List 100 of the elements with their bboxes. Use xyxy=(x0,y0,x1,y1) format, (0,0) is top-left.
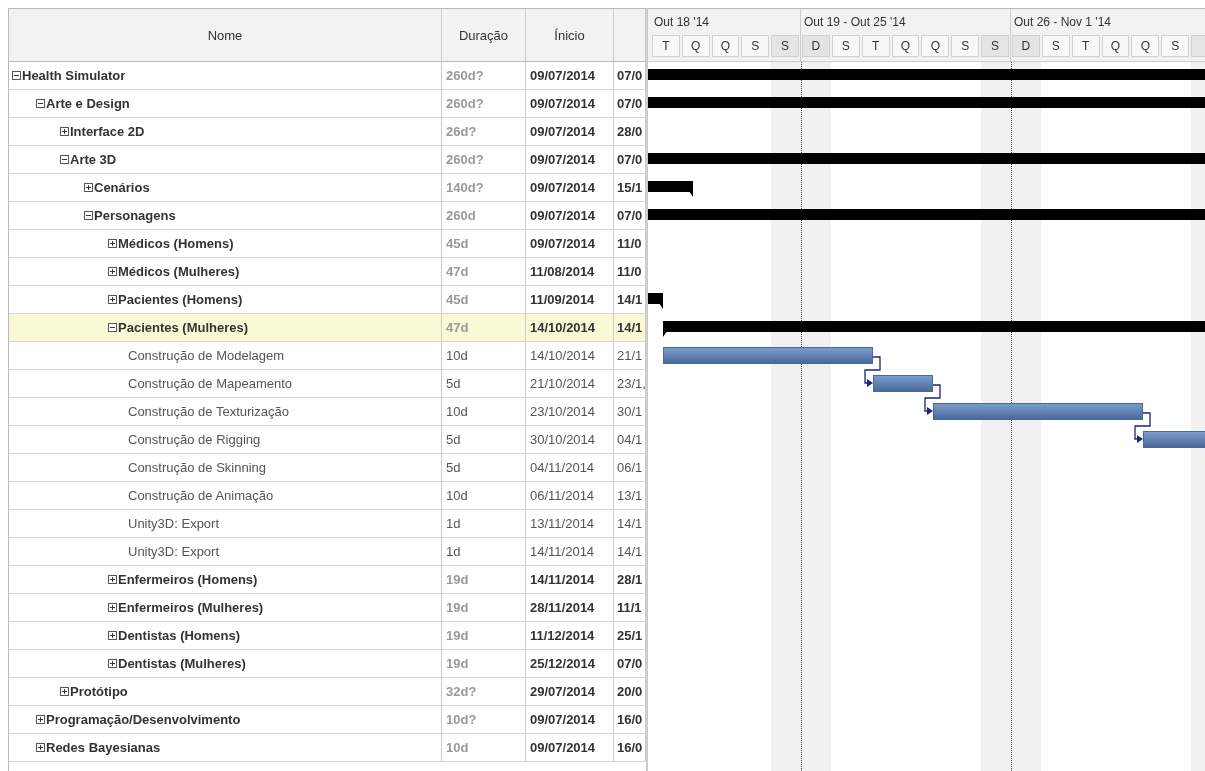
day-label: Q xyxy=(921,35,950,57)
duration-cell: 5d xyxy=(442,454,526,481)
finish-date-cell: 16/0 xyxy=(614,706,646,733)
duration-cell: 5d xyxy=(442,426,526,453)
expand-icon[interactable] xyxy=(60,127,69,136)
finish-date-cell: 07/0 xyxy=(614,62,646,89)
task-row[interactable]: Interface 2D 26d? 09/07/2014 28/0 xyxy=(9,118,646,146)
duration-cell: 1d xyxy=(442,510,526,537)
collapse-icon[interactable] xyxy=(60,155,69,164)
expand-icon[interactable] xyxy=(60,687,69,696)
finish-date-cell: 07/0 xyxy=(614,146,646,173)
start-date-cell: 11/09/2014 xyxy=(526,286,614,313)
day-label: S xyxy=(741,35,770,57)
duration-cell: 10d? xyxy=(442,706,526,733)
start-date-cell: 11/08/2014 xyxy=(526,258,614,285)
column-header[interactable]: Nome xyxy=(9,9,442,61)
expand-icon[interactable] xyxy=(84,183,93,192)
expand-icon[interactable] xyxy=(108,659,117,668)
task-row[interactable]: Médicos (Mulheres) 47d 11/08/2014 11/0 xyxy=(9,258,646,286)
task-name: Construção de Rigging xyxy=(128,432,261,447)
finish-date-cell: 28/1 xyxy=(614,566,646,593)
collapse-icon[interactable] xyxy=(12,71,21,80)
finish-date-cell: 13/1 xyxy=(614,482,646,509)
column-header[interactable]: Ínicio xyxy=(526,9,614,61)
task-row[interactable]: Construção de Skinning 5d 04/11/2014 06/1 xyxy=(9,454,646,482)
collapse-icon[interactable] xyxy=(108,323,117,332)
expand-icon[interactable] xyxy=(108,267,117,276)
start-date-cell: 28/11/2014 xyxy=(526,594,614,621)
start-date-cell: 21/10/2014 xyxy=(526,370,614,397)
finish-date-cell: 30/1 xyxy=(614,398,646,425)
collapse-icon[interactable] xyxy=(84,211,93,220)
task-name: Construção de Skinning xyxy=(128,460,267,475)
finish-date-cell: 11/0 xyxy=(614,230,646,257)
duration-cell: 45d xyxy=(442,230,526,257)
day-label: S xyxy=(831,35,860,57)
duration-cell: 10d xyxy=(442,482,526,509)
task-name: Arte e Design xyxy=(46,96,130,111)
task-row[interactable]: Programação/Desenvolvimento 10d? 09/07/2014 16/0 xyxy=(9,706,646,734)
task-name: Médicos (Mulheres) xyxy=(118,264,240,279)
task-row[interactable]: Construção de Rigging 5d 30/10/2014 04/1 xyxy=(9,426,646,454)
expand-icon[interactable] xyxy=(36,715,45,724)
day-label: S xyxy=(771,35,799,57)
task-row[interactable]: Arte e Design 260d? 09/07/2014 07/0 xyxy=(9,90,646,118)
day-label: D xyxy=(1012,35,1040,57)
task-name: Interface 2D xyxy=(70,124,145,139)
day-label: Q xyxy=(891,35,920,57)
task-name: Construção de Texturização xyxy=(128,404,289,419)
expand-icon[interactable] xyxy=(108,631,117,640)
task-row[interactable]: Unity3D: Export 1d 13/11/2014 14/1 xyxy=(9,510,646,538)
week-label: Out 19 - Out 25 '14 xyxy=(804,15,906,29)
task-name: Programação/Desenvolvimento xyxy=(46,712,241,727)
task-row[interactable]: Pacientes (Mulheres) 47d 14/10/2014 14/1 xyxy=(9,314,646,342)
duration-cell: 140d? xyxy=(442,174,526,201)
expand-icon[interactable] xyxy=(108,575,117,584)
expand-icon[interactable] xyxy=(108,239,117,248)
task-row[interactable]: Health Simulator 260d? 09/07/2014 07/0 xyxy=(9,62,646,90)
task-row[interactable]: Dentistas (Mulheres) 19d 25/12/2014 07/0 xyxy=(9,650,646,678)
task-row[interactable]: Personagens 260d 09/07/2014 07/0 xyxy=(9,202,646,230)
task-row[interactable]: Médicos (Homens) 45d 09/07/2014 11/0 xyxy=(9,230,646,258)
task-row[interactable]: Construção de Mapeamento 5d 21/10/2014 23/1, xyxy=(9,370,646,398)
start-date-cell: 14/11/2014 xyxy=(526,566,614,593)
start-date-cell: 09/07/2014 xyxy=(526,62,614,89)
column-header[interactable]: Duração xyxy=(442,9,526,61)
start-date-cell: 04/11/2014 xyxy=(526,454,614,481)
duration-cell: 260d? xyxy=(442,62,526,89)
duration-cell: 1d xyxy=(442,538,526,565)
finish-date-cell: 11/1 xyxy=(614,594,646,621)
expand-icon[interactable] xyxy=(108,603,117,612)
start-date-cell: 09/07/2014 xyxy=(526,118,614,145)
finish-date-cell: 14/1 xyxy=(614,538,646,565)
start-date-cell: 25/12/2014 xyxy=(526,650,614,677)
task-row[interactable]: Construção de Animação 10d 06/11/2014 13/1 xyxy=(9,482,646,510)
task-name: Dentistas (Mulheres) xyxy=(118,656,246,671)
task-row[interactable]: Dentistas (Homens) 19d 11/12/2014 25/1 xyxy=(9,622,646,650)
task-row[interactable]: Redes Bayesianas 10d 09/07/2014 16/0 xyxy=(9,734,646,762)
task-row[interactable]: Arte 3D 260d? 09/07/2014 07/0 xyxy=(9,146,646,174)
task-row[interactable]: Unity3D: Export 1d 14/11/2014 14/1 xyxy=(9,538,646,566)
finish-date-cell: 14/1 xyxy=(614,510,646,537)
collapse-icon[interactable] xyxy=(36,99,45,108)
task-name: Pacientes (Mulheres) xyxy=(118,320,249,335)
finish-date-cell: 07/0 xyxy=(614,650,646,677)
finish-date-cell: 15/1 xyxy=(614,174,646,201)
expand-icon[interactable] xyxy=(36,743,45,752)
task-name: Arte 3D xyxy=(70,152,117,167)
finish-date-cell: 04/1 xyxy=(614,426,646,453)
finish-date-cell: 16/0 xyxy=(614,734,646,761)
task-row[interactable]: Construção de Modelagem 10d 14/10/2014 21/1 xyxy=(9,342,646,370)
expand-icon[interactable] xyxy=(108,295,117,304)
duration-cell: 260d? xyxy=(442,90,526,117)
task-name: Construção de Animação xyxy=(128,488,274,503)
task-row[interactable]: Enfermeiros (Mulheres) 19d 28/11/2014 11/1 xyxy=(9,594,646,622)
day-label: S xyxy=(951,35,980,57)
task-row[interactable]: Enfermeiros (Homens) 19d 14/11/2014 28/1 xyxy=(9,566,646,594)
duration-cell: 5d xyxy=(442,370,526,397)
task-name: Health Simulator xyxy=(22,68,126,83)
task-row[interactable]: Cenários 140d? 09/07/2014 15/1 xyxy=(9,174,646,202)
start-date-cell: 14/10/2014 xyxy=(526,314,614,341)
task-row[interactable]: Protótipo 32d? 29/07/2014 20/0 xyxy=(9,678,646,706)
task-row[interactable]: Construção de Texturização 10d 23/10/2014 30/1 xyxy=(9,398,646,426)
duration-cell: 10d xyxy=(442,342,526,369)
